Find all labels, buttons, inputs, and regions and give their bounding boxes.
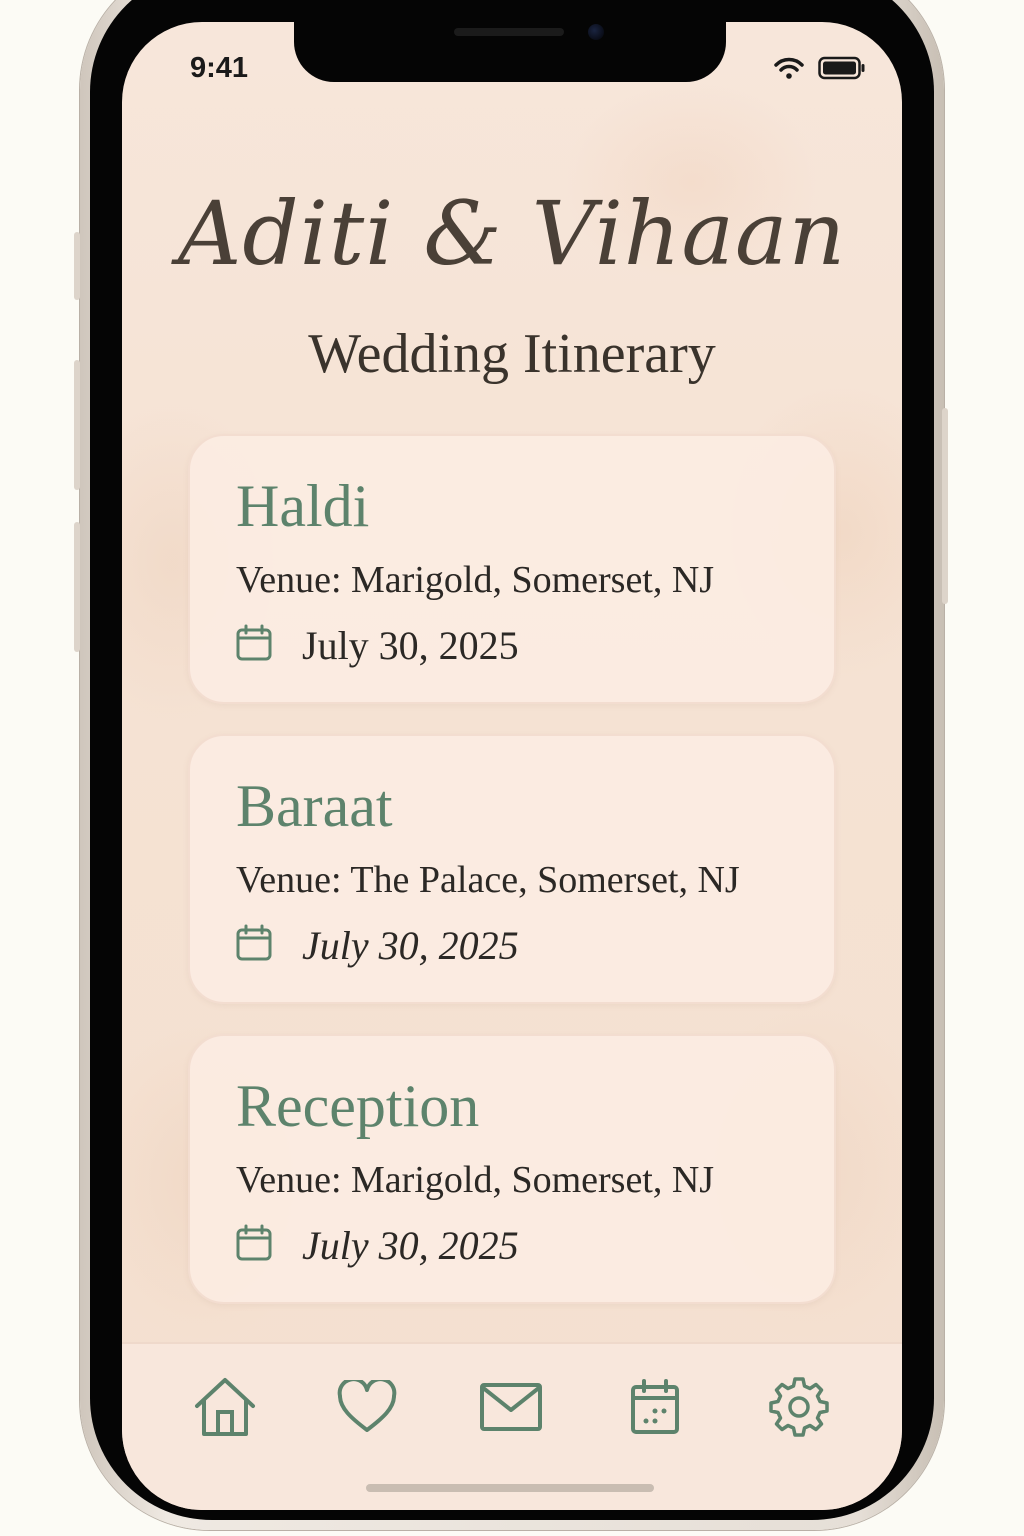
event-venue: Venue: Marigold, Somerset, NJ xyxy=(236,559,715,601)
event-name: Baraat xyxy=(236,773,393,839)
event-date: July 30, 2025 xyxy=(302,623,519,668)
event-date: July 30, 2025 xyxy=(302,923,519,968)
page-subtitle: Wedding Itinerary xyxy=(308,323,716,385)
home-icon xyxy=(193,1376,257,1443)
app-screen: 9:41 Aditi & Vihaan Wedding Itinerary Ha… xyxy=(122,22,902,1510)
mute-switch xyxy=(74,232,80,300)
battery-icon xyxy=(818,56,866,85)
tab-favorites[interactable] xyxy=(332,1374,402,1444)
wifi-icon xyxy=(774,57,804,84)
status-time: 9:41 xyxy=(190,52,249,84)
power-button xyxy=(942,408,948,604)
event-venue: Venue: Marigold, Somerset, NJ xyxy=(236,1159,715,1201)
event-card-reception[interactable]: Reception Venue: Marigold, Somerset, NJ … xyxy=(188,1034,836,1304)
event-card-haldi[interactable]: Haldi Venue: Marigold, Somerset, NJ July… xyxy=(188,434,836,704)
volume-down-button xyxy=(74,522,80,652)
heart-icon xyxy=(337,1376,397,1439)
event-date: July 30, 2025 xyxy=(302,1223,519,1268)
tab-home[interactable] xyxy=(190,1374,260,1444)
tab-calendar[interactable] xyxy=(620,1374,690,1444)
calendar-icon xyxy=(236,624,272,667)
status-icons xyxy=(774,56,866,85)
event-venue: Venue: The Palace, Somerset, NJ xyxy=(236,859,740,901)
event-name: Haldi xyxy=(236,473,370,539)
event-card-baraat[interactable]: Baraat Venue: The Palace, Somerset, NJ J… xyxy=(188,734,836,1004)
event-date-row: July 30, 2025 xyxy=(236,622,519,669)
couple-title: Aditi & Vihaan xyxy=(177,182,847,285)
home-indicator[interactable] xyxy=(366,1484,654,1492)
event-date-row: July 30, 2025 xyxy=(236,1222,519,1269)
gear-icon xyxy=(768,1376,830,1443)
tab-settings[interactable] xyxy=(764,1374,834,1444)
tab-messages[interactable] xyxy=(476,1374,546,1444)
earpiece-speaker xyxy=(454,28,564,36)
event-name: Reception xyxy=(236,1073,480,1139)
mail-icon xyxy=(479,1382,543,1437)
calendar-icon xyxy=(236,924,272,967)
event-date-row: July 30, 2025 xyxy=(236,922,519,969)
calendar-icon xyxy=(630,1378,680,1440)
calendar-icon xyxy=(236,1224,272,1267)
notch xyxy=(294,22,726,82)
volume-up-button xyxy=(74,360,80,490)
front-camera xyxy=(588,24,604,40)
